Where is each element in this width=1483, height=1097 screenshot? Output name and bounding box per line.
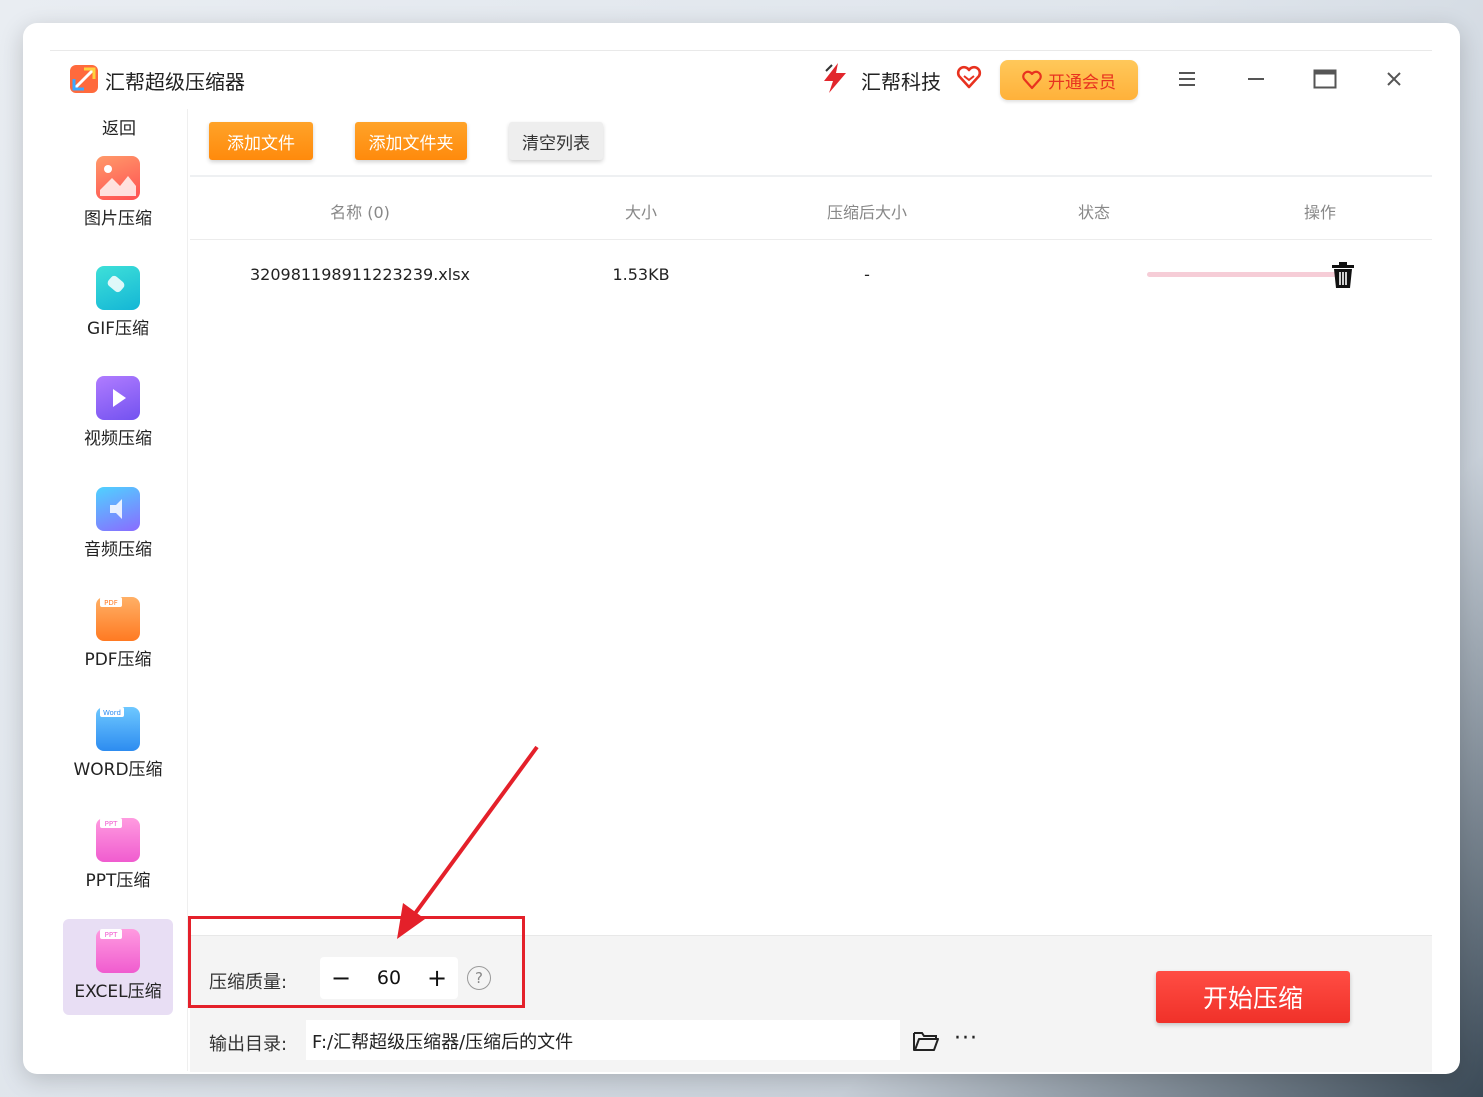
- sidebar-item-label: 音频压缩: [84, 540, 152, 560]
- output-dir-field[interactable]: F:/汇帮超级压缩器/压缩后的文件: [306, 1020, 900, 1060]
- pdf-badge: PDF: [104, 599, 118, 607]
- header-compressed-size: 压缩后大小: [826, 203, 908, 222]
- maximize-button[interactable]: [1307, 63, 1343, 95]
- app-logo-icon: [70, 65, 98, 93]
- annotation-arrow-icon: [397, 745, 539, 939]
- clear-list-button[interactable]: 清空列表: [509, 122, 603, 160]
- pdf-compress-icon: PDF: [96, 597, 140, 641]
- word-badge: Word: [103, 709, 121, 717]
- table-row[interactable]: 320981198911223239.xlsx 1.53KB -: [190, 239, 1432, 311]
- app-title: 汇帮超级压缩器: [105, 70, 245, 94]
- table-header: 名称 (0) 大小 压缩后大小 状态 操作: [190, 177, 1432, 240]
- sidebar-item-audio[interactable]: 音频压缩: [63, 477, 173, 573]
- sidebar-item-label: 视频压缩: [84, 429, 152, 449]
- ppt-badge: PPT: [105, 820, 118, 828]
- ppt-compress-icon: PPT: [96, 818, 140, 862]
- folder-open-icon[interactable]: [912, 1029, 940, 1053]
- sidebar-item-word[interactable]: Word WORD压缩: [63, 697, 173, 793]
- vip-heart-icon: [1022, 70, 1042, 90]
- heart-icon: [956, 65, 982, 89]
- header-action: 操作: [1303, 203, 1337, 222]
- header-name: 名称 (0): [330, 203, 390, 222]
- sidebar-item-label: 图片压缩: [84, 209, 152, 229]
- sidebar-item-label: WORD压缩: [73, 760, 163, 780]
- header-size: 大小: [624, 203, 658, 222]
- status-progress-fill: [1147, 272, 1346, 277]
- close-button[interactable]: [1376, 63, 1412, 95]
- excel-badge: PPT: [105, 931, 118, 939]
- vip-label: 开通会员: [1048, 72, 1116, 93]
- back-link[interactable]: 返回: [60, 114, 178, 139]
- menu-icon: [1179, 72, 1195, 86]
- file-name: 320981198911223239.xlsx: [249, 265, 471, 284]
- trash-icon[interactable]: [1331, 261, 1355, 289]
- sidebar-item-label: PPT压缩: [85, 871, 151, 891]
- start-compress-button[interactable]: 开始压缩: [1156, 971, 1350, 1023]
- sidebar: 返回 图片压缩 GIF压缩 视频压缩 音频压缩 PDF PDF压缩 Word W…: [60, 109, 186, 1069]
- add-file-button[interactable]: 添加文件: [209, 122, 313, 160]
- menu-button[interactable]: [1169, 63, 1205, 95]
- title-bar: 汇帮超级压缩器 汇帮科技 开通会员: [23, 51, 1460, 109]
- compressed-size: -: [864, 265, 870, 284]
- header-status: 状态: [1077, 203, 1111, 222]
- close-icon: [1387, 72, 1401, 86]
- word-compress-icon: Word: [96, 707, 140, 751]
- audio-compress-icon: [96, 487, 140, 531]
- brand-name: 汇帮科技: [861, 70, 941, 94]
- status-progress-bar: [1147, 272, 1346, 277]
- video-compress-icon: [96, 376, 140, 420]
- sidebar-item-label: PDF压缩: [84, 650, 152, 670]
- gif-compress-icon: [96, 266, 140, 310]
- sidebar-item-video[interactable]: 视频压缩: [63, 366, 173, 462]
- maximize-icon: [1313, 69, 1337, 89]
- vip-button[interactable]: 开通会员: [1000, 60, 1138, 100]
- more-options-icon[interactable]: ···: [954, 1028, 978, 1050]
- brand-logo-icon: [824, 63, 846, 93]
- minimize-button[interactable]: [1238, 63, 1274, 95]
- output-dir-label: 输出目录:: [209, 1034, 288, 1055]
- add-folder-button[interactable]: 添加文件夹: [355, 122, 467, 160]
- minimize-icon: [1248, 78, 1264, 80]
- sidebar-item-pdf[interactable]: PDF PDF压缩: [63, 587, 173, 683]
- sidebar-item-image[interactable]: 图片压缩: [63, 146, 173, 242]
- sidebar-item-label: GIF压缩: [87, 319, 149, 339]
- app-window: 汇帮超级压缩器 汇帮科技 开通会员 返回 图片压缩 GIF压缩 视频压缩 音频压…: [23, 23, 1460, 1074]
- sidebar-item-excel[interactable]: PPT EXCEL压缩: [63, 919, 173, 1015]
- excel-compress-icon: PPT: [96, 929, 140, 973]
- image-compress-icon: [96, 156, 140, 200]
- sidebar-item-label: EXCEL压缩: [74, 982, 162, 1002]
- file-size: 1.53KB: [612, 265, 670, 284]
- sidebar-item-ppt[interactable]: PPT PPT压缩: [63, 808, 173, 904]
- sidebar-item-gif[interactable]: GIF压缩: [63, 256, 173, 352]
